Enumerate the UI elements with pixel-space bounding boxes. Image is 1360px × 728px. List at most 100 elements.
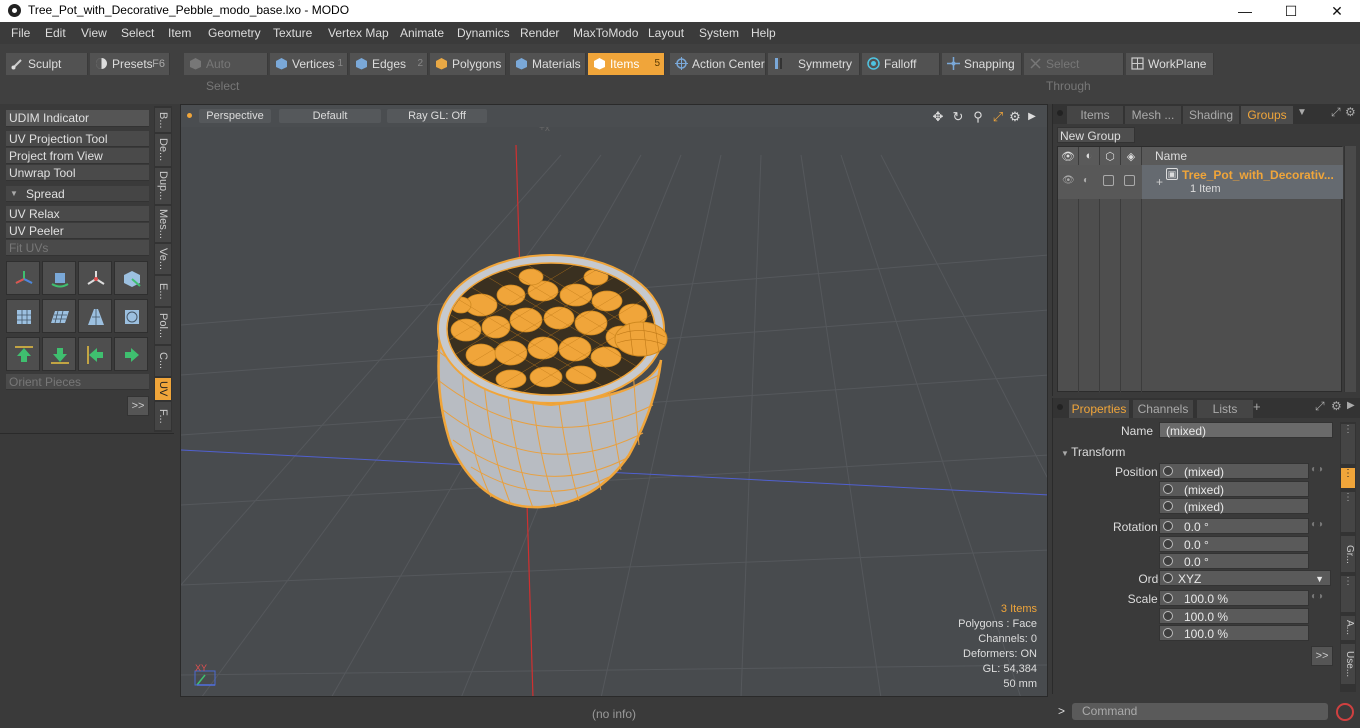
- row-lock-checkbox[interactable]: [1103, 175, 1114, 186]
- side-tab-curve[interactable]: C...: [155, 346, 171, 376]
- keyframe-dot-icon[interactable]: [1163, 611, 1173, 621]
- rotate-view-icon[interactable]: ↻: [951, 110, 965, 124]
- menu-select[interactable]: Select: [121, 26, 154, 40]
- side-tab-polygon[interactable]: Pol...: [155, 308, 171, 344]
- order-dropdown[interactable]: XYZ ▼: [1159, 570, 1331, 586]
- name-field[interactable]: (mixed): [1159, 422, 1333, 438]
- link-icon[interactable]: ◐◑: [1311, 591, 1323, 602]
- unwrap-tool-button[interactable]: Unwrap Tool: [6, 165, 149, 181]
- uv-planar-button[interactable]: [42, 299, 76, 333]
- row-select-checkbox[interactable]: [1124, 175, 1135, 186]
- uv-rotate-tool-button[interactable]: [42, 261, 76, 295]
- menu-file[interactable]: File: [11, 26, 30, 40]
- project-from-view-button[interactable]: Project from View: [6, 148, 149, 164]
- side-tab-dots[interactable]: ⋮: [1341, 576, 1355, 612]
- rotation-x-field[interactable]: 0.0 °: [1159, 518, 1309, 534]
- symmetry-button[interactable]: Symmetry: [768, 53, 860, 75]
- zoom-icon[interactable]: ⚲: [971, 110, 985, 124]
- menu-system[interactable]: System: [699, 26, 739, 40]
- side-tab-dots[interactable]: ⋮: [1341, 424, 1355, 464]
- viewport-menu-arrow-icon[interactable]: ▶: [1025, 110, 1039, 124]
- visibility-column-icon[interactable]: 👁: [1061, 150, 1075, 163]
- side-tab-active[interactable]: ⋮: [1341, 468, 1355, 488]
- items-button[interactable]: Items 5: [588, 53, 665, 75]
- rotation-y-field[interactable]: 0.0 °: [1159, 536, 1309, 552]
- side-tab-uv[interactable]: UV: [155, 378, 171, 400]
- menu-vertex-map[interactable]: Vertex Map: [328, 26, 389, 40]
- transform-section-header[interactable]: Transform: [1061, 445, 1125, 459]
- uv-scale-tool-button[interactable]: [78, 261, 112, 295]
- more-tools-button[interactable]: >>: [127, 396, 149, 416]
- uv-peeler-button[interactable]: UV Peeler: [6, 223, 149, 239]
- side-tab-basic[interactable]: B...: [155, 108, 171, 132]
- auto-select-button[interactable]: Auto Select: [184, 53, 268, 93]
- link-icon[interactable]: ◐◑: [1311, 464, 1323, 475]
- uv-cylinder-button[interactable]: [6, 299, 40, 333]
- align-up-button[interactable]: [6, 337, 40, 371]
- materials-button[interactable]: Materials: [510, 53, 586, 75]
- raygl-tab[interactable]: Ray GL: Off: [387, 109, 487, 123]
- keyframe-dot-icon[interactable]: [1163, 539, 1173, 549]
- side-tab-mesh-edit[interactable]: Mes...: [155, 206, 171, 242]
- record-macro-icon[interactable]: [1336, 703, 1354, 721]
- position-y-field[interactable]: (mixed): [1159, 481, 1309, 497]
- link-icon[interactable]: ◐◑: [1311, 519, 1323, 530]
- side-tab-fusion[interactable]: F...: [155, 402, 171, 430]
- command-input[interactable]: Command: [1072, 703, 1328, 720]
- polygons-button[interactable]: Polygons: [430, 53, 506, 75]
- tab-lists[interactable]: Lists: [1197, 400, 1253, 418]
- close-button[interactable]: ✕: [1314, 0, 1360, 22]
- select-through-button[interactable]: Select Through: [1024, 53, 1124, 93]
- position-z-field[interactable]: (mixed): [1159, 498, 1309, 514]
- keyframe-dot-icon[interactable]: [1163, 484, 1173, 494]
- tab-items[interactable]: Items: [1067, 106, 1123, 124]
- lock-column-icon[interactable]: ⬡: [1103, 150, 1117, 163]
- rotation-z-field[interactable]: 0.0 °: [1159, 553, 1309, 569]
- menu-animate[interactable]: Animate: [400, 26, 444, 40]
- uv-sphere-button[interactable]: [114, 299, 148, 333]
- viewport-settings-icon[interactable]: ⚙: [1008, 110, 1022, 124]
- side-tab-vertex[interactable]: Ve...: [155, 244, 171, 274]
- expand-panel-icon[interactable]: ⤢: [1331, 105, 1341, 120]
- menu-dynamics[interactable]: Dynamics: [457, 26, 510, 40]
- keyframe-dot-icon[interactable]: [1163, 466, 1173, 476]
- keyframe-dot-icon[interactable]: [1163, 593, 1173, 603]
- 3d-viewport[interactable]: +x XY Perspective Default Ray GL: Off ✥ …: [180, 104, 1048, 697]
- keyframe-dot-icon[interactable]: [1163, 556, 1173, 566]
- vertices-button[interactable]: Vertices 1: [270, 53, 348, 75]
- side-tab-duplicate[interactable]: Dup...: [155, 168, 171, 204]
- orient-pieces-button[interactable]: Orient Pieces: [6, 374, 149, 390]
- menu-geometry[interactable]: Geometry: [208, 26, 261, 40]
- menu-render[interactable]: Render: [520, 26, 559, 40]
- align-down-button[interactable]: [42, 337, 76, 371]
- pan-icon[interactable]: ✥: [931, 110, 945, 124]
- tab-groups[interactable]: Groups: [1241, 106, 1293, 124]
- panel-settings-icon[interactable]: ⚙: [1331, 399, 1342, 413]
- panel-arrow-icon[interactable]: ▶: [1347, 400, 1355, 411]
- scale-z-field[interactable]: 100.0 %: [1159, 625, 1309, 641]
- minimize-button[interactable]: —: [1222, 0, 1268, 22]
- align-right-button[interactable]: [114, 337, 148, 371]
- falloff-button[interactable]: Falloff: [862, 53, 940, 75]
- add-tab-button[interactable]: +: [1253, 399, 1261, 414]
- udim-indicator-button[interactable]: UDIM Indicator: [6, 110, 149, 127]
- keyframe-dot-icon[interactable]: [1163, 521, 1173, 531]
- tab-properties[interactable]: Properties: [1069, 400, 1129, 418]
- tab-shading[interactable]: Shading: [1183, 106, 1239, 124]
- side-tab-dots[interactable]: ⋮: [1341, 492, 1355, 532]
- perspective-view-tab[interactable]: Perspective: [199, 109, 271, 123]
- expand-row-icon[interactable]: +: [1156, 175, 1163, 189]
- fit-view-icon[interactable]: ⤢: [991, 110, 1005, 124]
- keyframe-dot-icon[interactable]: [1163, 628, 1173, 638]
- spread-section-header[interactable]: Spread: [6, 186, 149, 202]
- menu-layout[interactable]: Layout: [648, 26, 684, 40]
- position-x-field[interactable]: (mixed): [1159, 463, 1309, 479]
- expand-panel-icon[interactable]: ⤢: [1315, 399, 1325, 414]
- uv-box-tool-button[interactable]: [114, 261, 148, 295]
- presets-button[interactable]: Presets F6: [90, 53, 170, 75]
- uv-relax-button[interactable]: UV Relax: [6, 206, 149, 222]
- menu-edit[interactable]: Edit: [45, 26, 66, 40]
- sculpt-button[interactable]: Sculpt: [6, 53, 88, 75]
- side-tab-a[interactable]: A...: [1341, 616, 1355, 640]
- tab-channels[interactable]: Channels: [1133, 400, 1193, 418]
